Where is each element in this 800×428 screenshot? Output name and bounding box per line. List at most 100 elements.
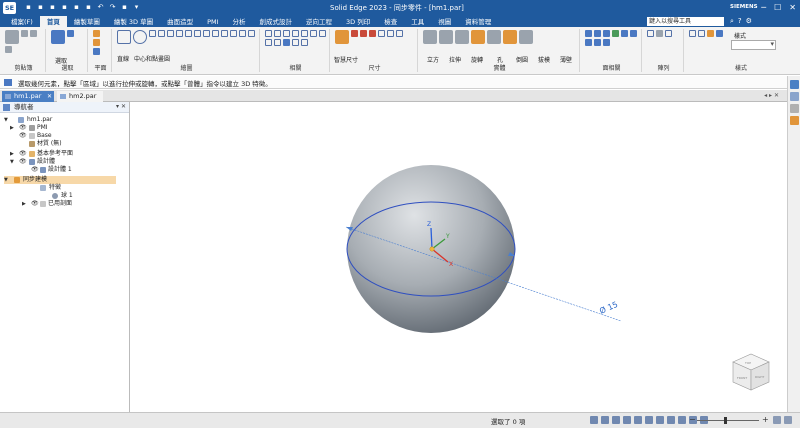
revolve-icon[interactable] — [455, 30, 469, 44]
views-icon[interactable] — [645, 416, 653, 424]
rel-icon-4[interactable] — [292, 30, 299, 37]
new-icon[interactable]: ▪ — [24, 3, 33, 12]
tree-item-used-sketches[interactable]: ▶ 👁 已用剖面 — [22, 200, 125, 208]
polygon-icon[interactable] — [221, 30, 228, 37]
visibility-icon[interactable]: 👁 — [31, 200, 39, 208]
pattern-icon-1[interactable] — [647, 30, 654, 37]
tree-item-root[interactable]: ▼ hm1.par — [4, 116, 124, 124]
plane-icon-2[interactable] — [93, 39, 100, 46]
face-icon-3[interactable] — [603, 30, 610, 37]
open-icon[interactable]: ▪ — [36, 3, 45, 12]
hole-icon[interactable] — [471, 30, 485, 44]
rotate-view-icon[interactable] — [634, 416, 642, 424]
dim-icon-7[interactable] — [396, 30, 403, 37]
rotate-icon[interactable] — [248, 30, 255, 37]
paste-icon[interactable] — [5, 30, 19, 44]
visibility-icon[interactable]: 👁 — [31, 166, 39, 174]
maximize-icon[interactable]: ☐ — [774, 2, 781, 13]
tab-tools[interactable]: 工具 — [404, 16, 431, 27]
search-icon[interactable]: ⌕ — [730, 17, 734, 26]
layout-icon[interactable] — [773, 416, 781, 424]
doc-tab-hm2[interactable]: hm2.par — [57, 91, 103, 102]
tree-item-material[interactable]: 材質 (無) — [10, 140, 125, 148]
rel-icon-10[interactable] — [283, 39, 290, 46]
tree-item-base[interactable]: 👁 Base — [10, 132, 125, 140]
tab-generative[interactable]: 創成式設計 — [253, 16, 300, 27]
style-icon-1[interactable] — [689, 30, 696, 37]
minimize-icon[interactable]: ─ — [761, 2, 766, 13]
face-icon-8[interactable] — [594, 39, 601, 46]
face-icon-9[interactable] — [603, 39, 610, 46]
command-search-input[interactable]: 鍵入以搜尋工具 — [647, 17, 724, 26]
extrude-icon[interactable] — [439, 30, 453, 44]
plane-icon[interactable] — [93, 30, 100, 37]
style-icon-2[interactable] — [698, 30, 705, 37]
sectioning-icon[interactable] — [667, 416, 675, 424]
doc-tab-controls[interactable]: ◂ ▸ ✕ — [764, 90, 779, 102]
visibility-icon[interactable]: 👁 — [19, 124, 27, 132]
doc-tab-hm1[interactable]: hm1.par ✕ — [2, 91, 54, 102]
rel-icon-1[interactable] — [265, 30, 272, 37]
select-icon[interactable]: ▪ — [120, 3, 129, 12]
style-icon-3[interactable] — [707, 30, 714, 37]
dim-icon-6[interactable] — [387, 30, 394, 37]
close-icon[interactable]: ✕ — [47, 91, 52, 102]
render-icon[interactable] — [678, 416, 686, 424]
collapse-icon[interactable]: ▼ — [10, 158, 14, 166]
style-icon-4[interactable] — [716, 30, 723, 37]
circle-icon[interactable] — [133, 30, 147, 44]
format-icon[interactable] — [5, 46, 12, 53]
print-icon[interactable]: ▪ — [60, 3, 69, 12]
fullscreen-icon[interactable] — [784, 416, 792, 424]
style-dropdown[interactable] — [731, 40, 776, 50]
chamfer-icon[interactable] — [212, 30, 219, 37]
center-circle-label[interactable]: 中心和點畫圓 — [134, 54, 170, 63]
app-logo[interactable]: SE — [3, 2, 16, 14]
face-icon-7[interactable] — [585, 39, 592, 46]
offset-icon[interactable] — [185, 30, 192, 37]
parts-icon[interactable]: ▪ — [72, 3, 81, 12]
tab-reverse-eng[interactable]: 逆向工程 — [299, 16, 339, 27]
tab-sketch[interactable]: 繪製草圖 — [67, 16, 107, 27]
zoom-out-icon[interactable]: − — [689, 415, 696, 424]
csys-icon[interactable] — [93, 48, 100, 55]
customize-qat-icon[interactable]: ▾ — [132, 3, 141, 12]
library-dock-icon[interactable] — [790, 92, 799, 101]
settings-icon[interactable]: ▪ — [84, 3, 93, 12]
visibility-icon[interactable]: 👁 — [19, 132, 27, 140]
save-icon[interactable]: ▪ — [48, 3, 57, 12]
tab-home[interactable]: 首頁 — [39, 16, 67, 27]
zoom-area-icon[interactable] — [601, 416, 609, 424]
tree-item-design-body-1[interactable]: 👁 設計體 1 — [22, 166, 125, 174]
help-icon[interactable]: ? — [738, 17, 742, 26]
line-label[interactable]: 直線 — [117, 54, 129, 63]
face-icon-5[interactable] — [621, 30, 628, 37]
zoom-slider-handle[interactable] — [724, 417, 727, 424]
select-filter-icon[interactable] — [67, 30, 74, 37]
face-icon-2[interactable] — [594, 30, 601, 37]
tab-file[interactable]: 檔案(F) — [4, 16, 40, 27]
options-icon[interactable]: ⚙ — [746, 17, 752, 26]
tree-item-pmi[interactable]: ▶ 👁 PMI — [10, 124, 125, 132]
diameter-dimension[interactable]: Ø 15 — [598, 299, 619, 316]
zoom-icon[interactable] — [612, 416, 620, 424]
rect-icon[interactable] — [149, 30, 156, 37]
expand-icon[interactable]: ▶ — [10, 124, 14, 132]
fit-icon[interactable] — [590, 416, 598, 424]
visibility-icon[interactable]: 👁 — [19, 158, 27, 166]
dim-icon-5[interactable] — [378, 30, 385, 37]
face-icon-4[interactable] — [612, 30, 619, 37]
rel-icon-3[interactable] — [283, 30, 290, 37]
tab-inspect[interactable]: 分析 — [226, 16, 253, 27]
rel-icon-9[interactable] — [274, 39, 281, 46]
style-view-icon[interactable] — [656, 416, 664, 424]
trim-icon[interactable] — [176, 30, 183, 37]
pan-icon[interactable] — [623, 416, 631, 424]
properties-dock-icon[interactable] — [790, 116, 799, 125]
tree-item-synchronous[interactable]: ▼ 同步建模 — [4, 176, 116, 184]
dim-icon-2[interactable] — [351, 30, 358, 37]
move-icon[interactable] — [239, 30, 246, 37]
expand-icon[interactable]: ▶ — [22, 200, 26, 208]
tree-item-ref-planes[interactable]: ▶ 👁 基本參考平面 — [10, 150, 125, 158]
rel-icon-5[interactable] — [301, 30, 308, 37]
